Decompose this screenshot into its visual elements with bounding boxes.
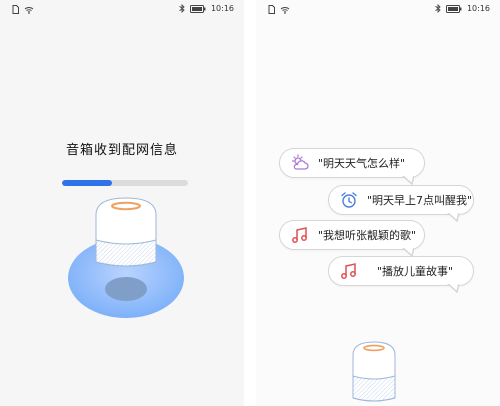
status-bar: 10:16 bbox=[0, 0, 244, 20]
network-config-screen: 10:16 音箱收到配网信息 bbox=[0, 0, 244, 406]
config-progress-bar bbox=[62, 180, 188, 186]
status-time: 10:16 bbox=[466, 4, 490, 13]
config-progress-fill bbox=[62, 180, 113, 186]
sim-icon bbox=[268, 5, 275, 14]
wifi-icon bbox=[24, 6, 34, 14]
alarm-clock-icon bbox=[341, 192, 357, 208]
smart-speaker-illustration bbox=[68, 197, 184, 318]
config-status-title: 音箱收到配网信息 bbox=[65, 143, 178, 158]
cloud-sun-icon bbox=[291, 154, 309, 170]
voice-command-bubble-alarm: "明天早上7点叫醒我" bbox=[328, 185, 474, 222]
voice-command-bubble-weather: "明天天气怎么样" bbox=[279, 148, 425, 185]
voice-command-bubble-story: "播放儿童故事" bbox=[328, 256, 474, 293]
voice-command-text: "明天早上7点叫醒我" bbox=[367, 194, 473, 207]
battery-icon bbox=[189, 4, 206, 13]
voice-command-bubble-music: "我想听张靓颖的歌" bbox=[279, 220, 425, 257]
bluetooth-icon bbox=[179, 4, 185, 13]
music-note-icon bbox=[292, 227, 307, 243]
sim-icon bbox=[12, 5, 19, 14]
bluetooth-icon bbox=[435, 4, 441, 13]
wifi-icon bbox=[280, 6, 290, 14]
voice-command-text: "我想听张靓颖的歌" bbox=[318, 229, 417, 242]
status-time: 10:16 bbox=[210, 4, 234, 13]
voice-command-text: "明天天气怎么样" bbox=[318, 157, 406, 170]
battery-icon bbox=[445, 4, 462, 13]
music-note-icon bbox=[341, 263, 356, 279]
status-bar: 10:16 bbox=[256, 0, 500, 20]
voice-command-text: "播放儿童故事" bbox=[377, 265, 454, 278]
